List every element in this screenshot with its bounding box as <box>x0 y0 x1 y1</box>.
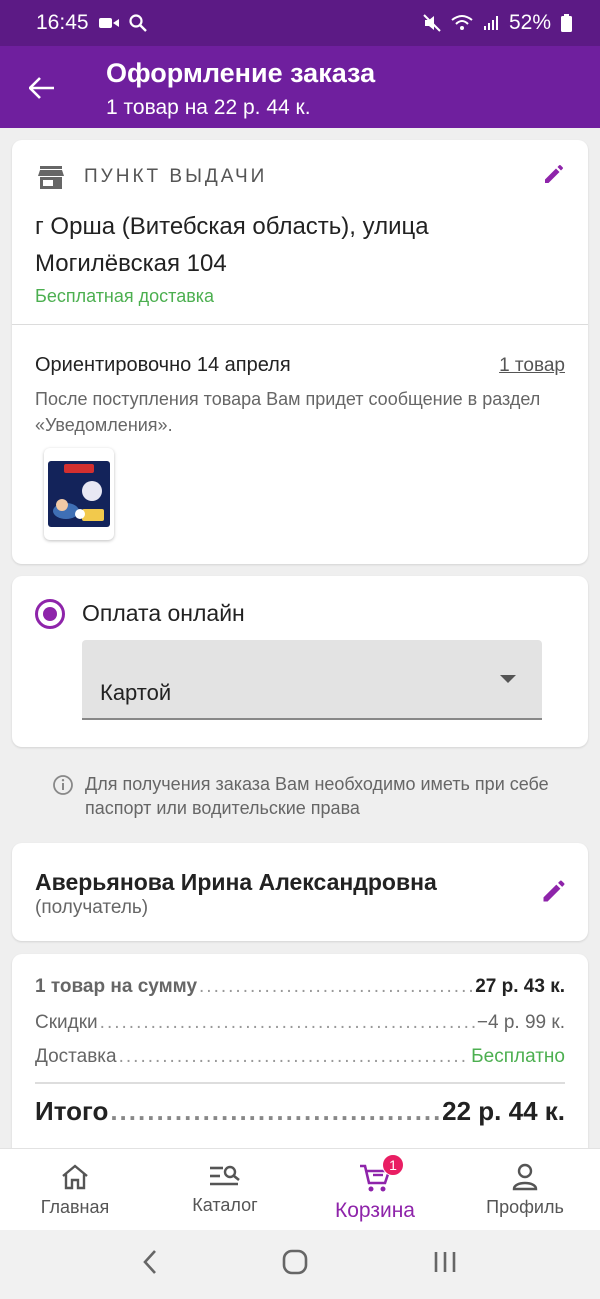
delivery-eta: Ориентировочно 14 апреля <box>35 354 291 376</box>
system-recents-button[interactable] <box>432 1250 458 1279</box>
home-icon <box>62 1164 88 1190</box>
info-text: Для получения заказа Вам необходимо имет… <box>85 774 549 818</box>
page-subtitle: 1 товар на 22 р. 44 к. <box>106 96 311 119</box>
chevron-left-icon <box>143 1250 156 1274</box>
recipient-role: (получатель) <box>35 897 149 918</box>
bottom-navigation: Главная Каталог 1 Корзина Профиль <box>0 1148 600 1230</box>
system-back-button[interactable] <box>142 1249 158 1280</box>
items-label: 1 товар на сумму <box>35 976 198 997</box>
nav-home-label: Главная <box>40 1197 110 1217</box>
items-value: 27 р. 43 к. <box>475 976 565 997</box>
pickup-card: ПУНКТ ВЫДАЧИ г Орша (Витебская область),… <box>12 140 588 564</box>
leader-dots <box>110 1096 440 1127</box>
nav-profile[interactable]: Профиль <box>450 1149 600 1230</box>
page-title: Оформление заказа <box>106 58 376 88</box>
nav-cart[interactable]: 1 Корзина <box>300 1149 450 1230</box>
system-navigation-bar <box>0 1230 600 1299</box>
nav-catalog-label: Каталог <box>192 1195 258 1215</box>
recents-icon <box>434 1252 456 1272</box>
divider <box>12 324 588 325</box>
discount-label: Скидки <box>35 1012 98 1033</box>
delivery-note: После поступления товара Вам придет сооб… <box>35 389 541 435</box>
back-button[interactable] <box>22 68 62 108</box>
payment-method-value: Картой <box>100 680 172 705</box>
summary-items-row: 1 товар на сумму 27 р. 43 к. <box>35 976 565 998</box>
summary-delivery-row: Доставка Бесплатно <box>35 1046 565 1068</box>
online-payment-label: Оплата онлайн <box>82 600 245 626</box>
product-thumbnail[interactable] <box>44 448 114 540</box>
info-icon <box>52 774 74 801</box>
edit-recipient-button[interactable] <box>540 877 568 910</box>
pencil-icon <box>545 165 563 183</box>
total-label: Итого <box>35 1096 109 1126</box>
edit-pickup-button[interactable] <box>542 162 566 191</box>
nav-cart-label: Корзина <box>335 1199 415 1222</box>
leader-dots <box>199 976 473 998</box>
nav-home[interactable]: Главная <box>0 1149 150 1230</box>
battery-icon <box>561 14 572 32</box>
pickup-header: ПУНКТ ВЫДАЧИ <box>84 166 268 187</box>
recipient-card: Аверьянова Ирина Александровна (получате… <box>12 843 588 941</box>
delivery-label: Доставка <box>35 1046 117 1067</box>
system-home-button[interactable] <box>282 1249 308 1280</box>
discount-value: −4 р. 99 к. <box>476 1012 565 1033</box>
pencil-icon <box>543 880 565 902</box>
signal-icon <box>483 15 499 31</box>
mute-icon <box>423 14 441 32</box>
home-circle-icon <box>282 1249 308 1275</box>
pickup-address: г Орша (Витебская область), улица Могилё… <box>35 213 429 277</box>
chevron-down-icon <box>500 675 516 683</box>
status-bar: 16:45 52% <box>0 0 600 46</box>
cart-badge: 1 <box>382 1154 404 1176</box>
leader-dots <box>100 1012 475 1034</box>
online-payment-radio[interactable] <box>35 599 65 629</box>
battery-percent: 52% <box>508 11 551 34</box>
summary-discount-row: Скидки −4 р. 99 к. <box>35 1012 565 1034</box>
total-value: 22 р. 44 к. <box>442 1096 565 1126</box>
summary-total-row: Итого 22 р. 44 к. <box>35 1096 565 1127</box>
order-summary: 1 товар на сумму 27 р. 43 к. Скидки −4 р… <box>12 954 588 1164</box>
payment-card: Оплата онлайн Картой <box>12 576 588 747</box>
catalog-search-icon <box>210 1165 240 1186</box>
search-icon <box>128 14 147 32</box>
nav-catalog[interactable]: Каталог <box>150 1149 300 1230</box>
wifi-icon <box>451 14 473 32</box>
profile-icon <box>512 1163 538 1191</box>
divider <box>35 1082 565 1084</box>
nav-profile-label: Профиль <box>486 1197 564 1217</box>
store-icon <box>38 166 64 195</box>
status-time: 16:45 <box>36 11 89 34</box>
back-arrow-icon <box>29 77 54 99</box>
payment-method-select[interactable]: Картой <box>82 640 542 720</box>
delivery-cost: Бесплатная доставка <box>35 286 215 306</box>
app-bar: Оформление заказа 1 товар на 22 р. 44 к. <box>0 46 600 128</box>
video-icon <box>98 16 119 30</box>
items-link[interactable]: 1 товар <box>499 355 565 377</box>
recipient-name: Аверьянова Ирина Александровна <box>35 869 437 895</box>
delivery-value: Бесплатно <box>471 1046 565 1067</box>
leader-dots <box>119 1046 470 1068</box>
